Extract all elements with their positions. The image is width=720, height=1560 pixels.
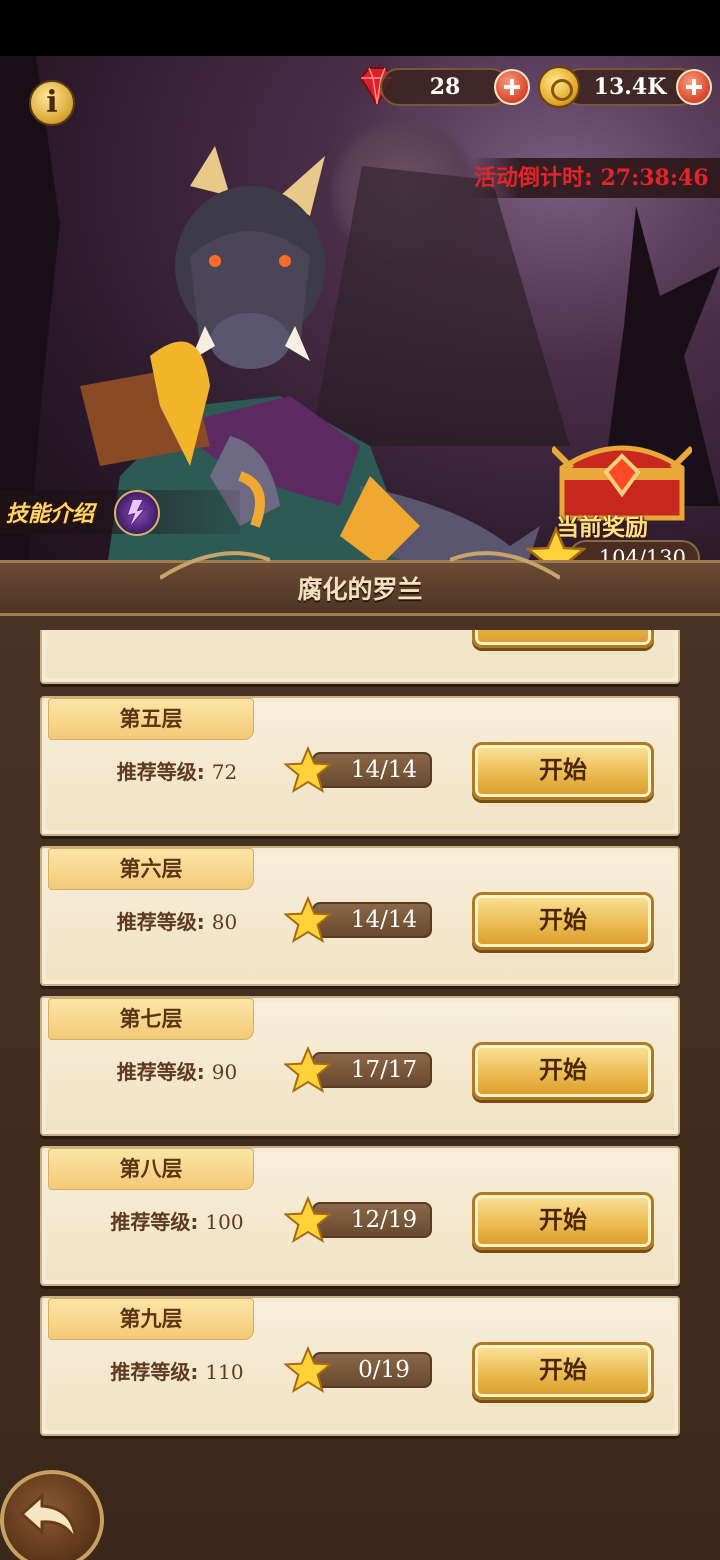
boss-name: 腐化的罗兰 xyxy=(297,575,423,604)
start-button[interactable]: 开始 xyxy=(472,892,654,950)
level-value: 100 xyxy=(205,1210,244,1234)
recommended-level: 推荐等级: 72 xyxy=(72,756,282,785)
start-button[interactable]: 开始 xyxy=(472,742,654,800)
floor-name: 第五层 xyxy=(48,698,254,740)
star-icon xyxy=(284,1196,332,1244)
gem-count: 28 xyxy=(380,68,510,106)
level-value: 80 xyxy=(211,910,238,934)
start-button[interactable]: 开始 xyxy=(472,630,654,648)
level-value: 90 xyxy=(211,1060,238,1084)
level-value: 72 xyxy=(211,760,238,784)
recommended-level: 推荐等级: 90 xyxy=(72,1056,282,1085)
level-label: 推荐等级: xyxy=(110,1210,199,1234)
back-arrow-icon xyxy=(19,1492,78,1543)
floor-name: 第八层 xyxy=(48,1148,254,1190)
status-bar xyxy=(0,0,720,56)
star-icon xyxy=(284,1046,332,1094)
floor-card: 第五层 推荐等级: 72 14/14 开始 xyxy=(40,696,680,836)
floor-list[interactable]: 开始 第五层 推荐等级: 72 14/14 开始 第六层 推荐等级: 80 14… xyxy=(40,630,680,1440)
add-gems-button[interactable] xyxy=(494,69,530,105)
gold-coin-icon xyxy=(538,66,580,108)
level-label: 推荐等级: xyxy=(116,1060,205,1084)
info-button[interactable]: i xyxy=(29,80,75,126)
floor-card: 第八层 推荐等级: 100 12/19 开始 xyxy=(40,1146,680,1286)
recommended-level: 推荐等级: 80 xyxy=(72,906,282,935)
floor-card: 第九层 推荐等级: 110 0/19 开始 xyxy=(40,1296,680,1436)
boss-scene: i 28 13.4K 活动倒计时: 27:38:46 技能介绍 当前奖励 104… xyxy=(0,56,720,616)
level-value: 110 xyxy=(205,1360,244,1384)
countdown-label: 活动倒计时: xyxy=(474,166,593,191)
countdown-value: 27:38:46 xyxy=(600,165,709,191)
floor-card-partial: 开始 xyxy=(40,630,680,684)
start-button[interactable]: 开始 xyxy=(472,1192,654,1250)
star-icon xyxy=(284,1346,332,1394)
recommended-level: 推荐等级: 100 xyxy=(72,1206,282,1235)
floor-name: 第九层 xyxy=(48,1298,254,1340)
skill-lightning-icon[interactable] xyxy=(114,490,160,536)
start-button[interactable]: 开始 xyxy=(472,1342,654,1400)
floor-name: 第七层 xyxy=(48,998,254,1040)
level-label: 推荐等级: xyxy=(116,760,205,784)
floor-card: 第六层 推荐等级: 80 14/14 开始 xyxy=(40,846,680,986)
skill-intro-label[interactable]: 技能介绍 xyxy=(6,496,94,528)
add-coins-button[interactable] xyxy=(676,69,712,105)
start-button[interactable]: 开始 xyxy=(472,1042,654,1100)
level-label: 推荐等级: xyxy=(110,1360,199,1384)
event-countdown: 活动倒计时: 27:38:46 xyxy=(470,158,720,198)
info-icon: i xyxy=(46,85,58,120)
floor-name: 第六层 xyxy=(48,848,254,890)
star-icon xyxy=(284,746,332,794)
level-label: 推荐等级: xyxy=(116,910,205,934)
floor-card: 第七层 推荐等级: 90 17/17 开始 xyxy=(40,996,680,1136)
recommended-level: 推荐等级: 110 xyxy=(72,1356,282,1385)
star-icon xyxy=(284,896,332,944)
